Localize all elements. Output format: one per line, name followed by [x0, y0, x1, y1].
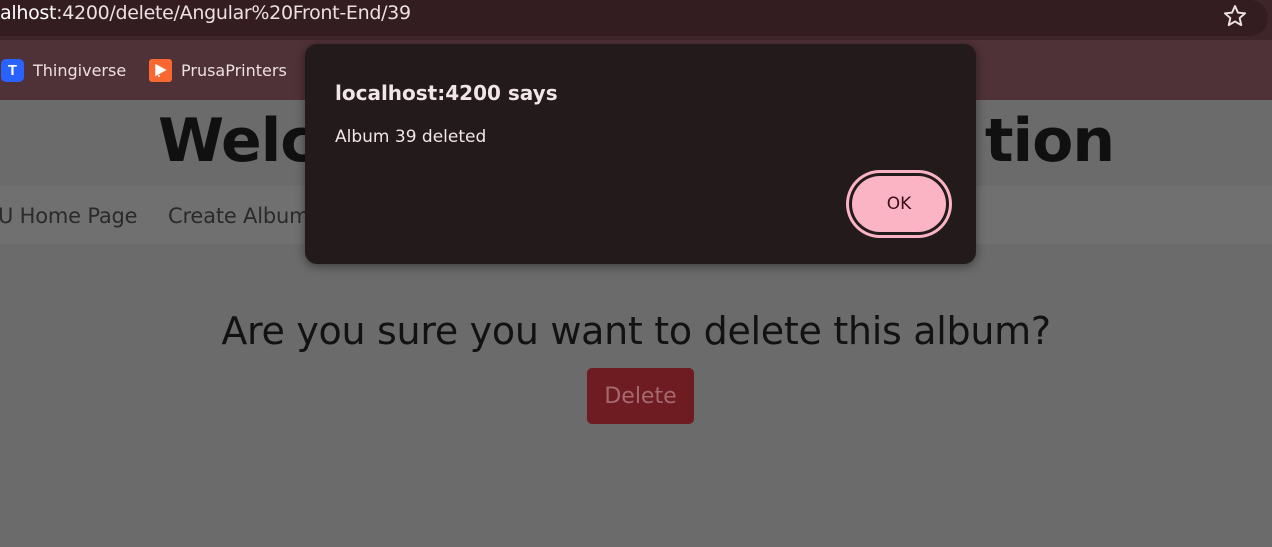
url-text[interactable]: alhost:4200/delete/Angular%20Front-End/3… — [0, 2, 411, 24]
confirm-heading: Are you sure you want to delete this alb… — [221, 309, 1051, 353]
nav-link-create-album[interactable]: Create Album — [168, 204, 310, 228]
bookmark-prusaprinters[interactable]: PrusaPrinters — [149, 59, 287, 82]
prusaprinters-favicon-icon — [149, 59, 172, 82]
nav-link-home[interactable]: U Home Page — [0, 204, 138, 228]
browser-toolbar: alhost:4200/delete/Angular%20Front-End/3… — [0, 0, 1272, 40]
thingiverse-favicon-icon: T — [1, 59, 24, 82]
star-icon[interactable] — [1222, 3, 1248, 29]
ok-button-label: OK — [852, 176, 946, 232]
dialog-title: localhost:4200 says — [335, 81, 558, 105]
bookmark-label: PrusaPrinters — [181, 61, 287, 80]
delete-button[interactable]: Delete — [587, 368, 694, 424]
ok-focus-ring: OK — [849, 173, 949, 235]
dialog-message: Album 39 deleted — [335, 127, 487, 147]
alert-dialog: localhost:4200 says Album 39 deleted OK — [305, 44, 976, 264]
bookmark-label: Thingiverse — [33, 61, 127, 80]
page-title-right: tion — [984, 106, 1115, 176]
url-path: :4200/delete/Angular%20Front-End/39 — [56, 2, 411, 24]
address-bar[interactable]: alhost:4200/delete/Angular%20Front-End/3… — [0, 0, 1268, 36]
bookmark-thingiverse[interactable]: T Thingiverse — [1, 59, 126, 82]
url-host: alhost — [0, 2, 57, 24]
ok-button[interactable]: OK — [846, 170, 952, 238]
page-title-left: Welc — [157, 106, 316, 176]
